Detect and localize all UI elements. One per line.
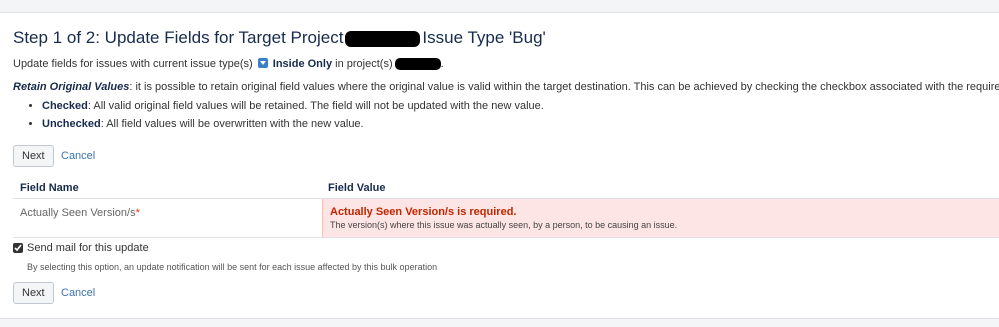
intro-trailing: . (440, 58, 444, 70)
intro-text: Update fields for issues with current is… (13, 58, 444, 71)
field-value-error-cell: Actually Seen Version/s is required. The… (322, 199, 999, 237)
redacted-project-name (345, 30, 421, 47)
required-marker: * (135, 207, 140, 219)
send-mail-checkbox[interactable] (13, 243, 23, 253)
field-name-cell: Actually Seen Version/s* (20, 207, 140, 219)
table-header: Field Name Field Value (13, 176, 999, 199)
send-mail-description: By selecting this option, an update noti… (27, 262, 438, 272)
intro-before: Update fields for issues with current is… (13, 58, 253, 70)
intro-after: in project(s) (335, 58, 393, 70)
retain-term: Retain Original Values (13, 81, 130, 93)
bullet-term: Checked (42, 100, 88, 112)
title-suffix: Issue Type 'Bug' (422, 28, 546, 47)
error-title: Actually Seen Version/s is required. (330, 206, 517, 218)
retain-options-list: Checked: All valid original field values… (28, 99, 544, 135)
cancel-link-bottom[interactable]: Cancel (61, 287, 95, 299)
next-button-top[interactable]: Next (13, 145, 54, 167)
bullet-text: : All valid original field values will b… (87, 100, 544, 112)
retain-note: Retain Original Values: it is possible t… (13, 81, 999, 93)
header-field-name: Field Name (20, 182, 79, 194)
title-prefix: Step 1 of 2: Update Fields for Target Pr… (13, 28, 344, 47)
page-title: Step 1 of 2: Update Fields for Target Pr… (13, 28, 546, 48)
header-field-value: Field Value (328, 182, 386, 194)
list-item: Checked: All valid original field values… (42, 99, 544, 113)
issue-type-icon (257, 58, 268, 68)
bullet-text: : All field values will be overwritten w… (100, 118, 364, 130)
top-bar (0, 0, 999, 13)
cancel-link-top[interactable]: Cancel (61, 150, 95, 162)
next-button-bottom[interactable]: Next (13, 282, 54, 304)
table-row: Actually Seen Version/s* Actually Seen V… (13, 199, 999, 238)
issue-type-name: Inside Only (272, 58, 333, 70)
field-name-label: Actually Seen Version/s (20, 207, 136, 219)
retain-text: : it is possible to retain original fiel… (129, 81, 999, 93)
error-description: The version(s) where this issue was actu… (330, 220, 678, 230)
redacted-project (394, 58, 441, 71)
bullet-term: Unchecked (42, 118, 101, 130)
send-mail-label[interactable]: Send mail for this update (27, 242, 149, 254)
list-item: Unchecked: All field values will be over… (42, 117, 544, 131)
